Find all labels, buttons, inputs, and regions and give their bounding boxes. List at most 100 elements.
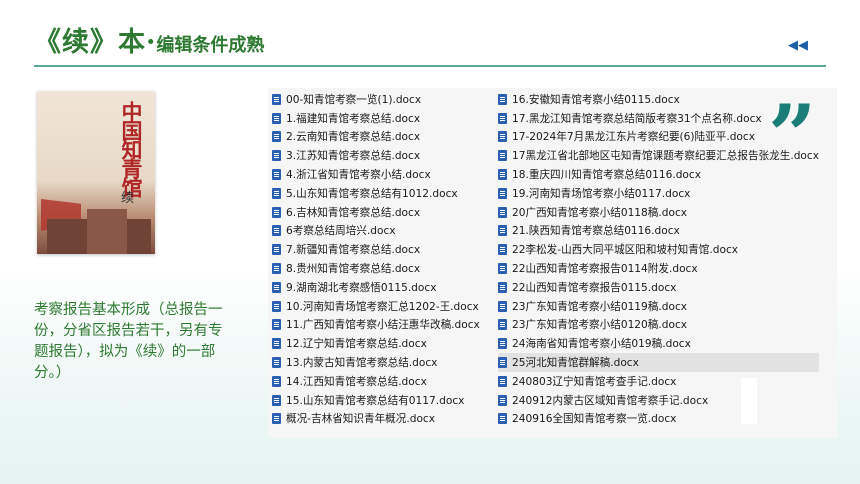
word-doc-icon: [272, 375, 281, 387]
file-item[interactable]: 22山西知青馆考察报告0114附发.docx: [498, 259, 819, 278]
file-name: 1.福建知青馆考察总结.docx: [286, 112, 421, 125]
word-doc-icon: [272, 281, 281, 293]
word-doc-icon: [498, 319, 507, 331]
file-name: 16.安徽知青馆考察小结0115.docx: [512, 93, 680, 106]
word-doc-icon: [498, 93, 507, 105]
file-name: 15.山东知青馆考察总结有0117.docx: [286, 394, 465, 407]
word-doc-icon: [272, 357, 281, 369]
file-name: 6考察总结周培兴.docx: [286, 225, 396, 238]
file-name: 00-知青馆考察一览(1).docx: [286, 93, 422, 106]
file-name: 19.河南知青场馆考察小结0117.docx: [512, 187, 691, 200]
file-item[interactable]: 4.浙江省知青馆考察小结.docx: [272, 165, 480, 184]
file-name: 11.广西知青馆考察小结汪惠华改稿.docx: [286, 319, 480, 332]
word-doc-icon: [498, 169, 507, 181]
word-doc-icon: [272, 338, 281, 350]
word-doc-icon: [272, 319, 281, 331]
file-name: 概况-吉林省知识青年概况.docx: [286, 413, 436, 426]
back-nav-button[interactable]: ◀◀: [788, 38, 808, 53]
word-doc-icon: [272, 93, 281, 105]
word-doc-icon: [498, 187, 507, 199]
file-name: 240916全国知青馆考察一览.docx: [512, 413, 677, 426]
word-doc-icon: [498, 206, 507, 218]
file-name: 22山西知青馆考察报告0115.docx: [512, 281, 677, 294]
file-name: 22山西知青馆考察报告0114附发.docx: [512, 263, 698, 276]
file-item[interactable]: 00-知青馆考察一览(1).docx: [272, 90, 480, 109]
word-doc-icon: [498, 244, 507, 256]
word-doc-icon: [498, 131, 507, 143]
word-doc-icon: [498, 357, 507, 369]
file-item[interactable]: 20广西知青馆考察小结0118稿.docx: [498, 203, 819, 222]
word-doc-icon: [272, 187, 281, 199]
file-name: 23广东知青馆考察小结0120稿.docx: [512, 319, 688, 332]
file-name: 7.新疆知青馆考察总结.docx: [286, 244, 421, 257]
file-item[interactable]: 10.河南知青场馆考察汇总1202-王.docx: [272, 297, 480, 316]
file-name: 18.重庆四川知青馆考察总结0116.docx: [512, 169, 702, 182]
double-left-arrow-icon: ◀◀: [788, 38, 808, 53]
file-name: 17-2024年7月黑龙江东片考察纪要(6)陆亚平.docx: [512, 131, 755, 144]
file-item[interactable]: 11.广西知青馆考察小结汪惠华改稿.docx: [272, 316, 480, 335]
file-list-left: 00-知青馆考察一览(1).docx 1.福建知青馆考察总结.docx 2.云南知青…: [272, 90, 480, 428]
cover-building-tower: [87, 209, 127, 254]
file-name: 14.江西知青馆考察总结.docx: [286, 375, 427, 388]
file-item[interactable]: 12.辽宁知青馆考察总结.docx: [272, 334, 480, 353]
word-doc-icon: [272, 150, 281, 162]
word-doc-icon: [272, 413, 281, 425]
file-item[interactable]: 25河北知青馆群解稿.docx: [498, 353, 819, 372]
title-divider: [34, 65, 826, 67]
word-doc-icon: [498, 225, 507, 237]
file-name: 23广东知青馆考察小结0119稿.docx: [512, 300, 688, 313]
file-item[interactable]: 7.新疆知青馆考察总结.docx: [272, 240, 480, 259]
file-name: 240803辽宁知青馆考查手记.docx: [512, 375, 677, 388]
file-name: 25河北知青馆群解稿.docx: [512, 357, 639, 370]
page-title: 《续》本· 编辑条件成熟: [34, 20, 264, 60]
file-name: 8.贵州知青馆考察总结.docx: [286, 263, 421, 276]
file-item[interactable]: 15.山东知青馆考察总结有0117.docx: [272, 391, 480, 410]
title-sub: 编辑条件成熟: [156, 35, 265, 56]
file-item[interactable]: 8.贵州知青馆考察总结.docx: [272, 259, 480, 278]
file-name: 2.云南知青馆考察总结.docx: [286, 131, 421, 144]
file-item[interactable]: 概况-吉林省知识青年概况.docx: [272, 410, 480, 429]
word-doc-icon: [272, 394, 281, 406]
file-item[interactable]: 240916全国知青馆考察一览.docx: [498, 410, 819, 429]
word-doc-icon: [272, 112, 281, 124]
word-doc-icon: [498, 375, 507, 387]
file-name: 21.陕西知青馆考察总结0116.docx: [512, 225, 680, 238]
file-item[interactable]: 2.云南知青馆考察总结.docx: [272, 128, 480, 147]
file-name: 12.辽宁知青馆考察总结.docx: [286, 338, 427, 351]
word-doc-icon: [498, 150, 507, 162]
file-name: 5.山东知青馆考察总结有1012.docx: [286, 187, 458, 200]
description-text: 考察报告基本形成（总报告一份，分省区报告若干，另有专题报告），拟为《续》的一部分…: [34, 302, 223, 381]
file-item[interactable]: 24海南省知青馆考察小结019稿.docx: [498, 334, 819, 353]
file-item[interactable]: 22山西知青馆考察报告0115.docx: [498, 278, 819, 297]
file-item[interactable]: 1.福建知青馆考察总结.docx: [272, 109, 480, 128]
file-item[interactable]: 3.江苏知青馆考察总结.docx: [272, 146, 480, 165]
file-item[interactable]: 9.湖南湖北考察感悟0115.docx: [272, 278, 480, 297]
file-item[interactable]: 13.内蒙古知青馆考察总结.docx: [272, 353, 480, 372]
file-item[interactable]: 19.河南知青场馆考察小结0117.docx: [498, 184, 819, 203]
file-item[interactable]: 6考察总结周培兴.docx: [272, 222, 480, 241]
file-item[interactable]: 14.江西知青馆考察总结.docx: [272, 372, 480, 391]
file-item[interactable]: 21.陕西知青馆考察总结0116.docx: [498, 222, 819, 241]
file-name: 4.浙江省知青馆考察小结.docx: [286, 169, 431, 182]
title-main: 《续》本·: [34, 27, 157, 58]
file-item[interactable]: 23广东知青馆考察小结0120稿.docx: [498, 316, 819, 335]
file-item[interactable]: 23广东知青馆考察小结0119稿.docx: [498, 297, 819, 316]
word-doc-icon: [272, 300, 281, 312]
word-doc-icon: [272, 131, 281, 143]
file-name: 9.湖南湖北考察感悟0115.docx: [286, 281, 437, 294]
file-name: 13.内蒙古知青馆考察总结.docx: [286, 357, 438, 370]
file-item[interactable]: 240912内蒙古区域知青馆考察手记.docx: [498, 391, 819, 410]
word-doc-icon: [272, 225, 281, 237]
word-doc-icon: [498, 281, 507, 293]
file-item[interactable]: 240803辽宁知青馆考查手记.docx: [498, 372, 819, 391]
word-doc-icon: [272, 206, 281, 218]
file-name: 22李松发-山西大同平城区阳和坡村知青馆.docx: [512, 244, 739, 257]
word-doc-icon: [498, 394, 507, 406]
file-item[interactable]: 6.吉林知青馆考察总结.docx: [272, 203, 480, 222]
file-item[interactable]: 22李松发-山西大同平城区阳和坡村知青馆.docx: [498, 240, 819, 259]
file-name: 240912内蒙古区域知青馆考察手记.docx: [512, 394, 709, 407]
file-name: 10.河南知青场馆考察汇总1202-王.docx: [286, 300, 479, 313]
cover-subtitle: 续: [121, 191, 135, 206]
file-item[interactable]: 5.山东知青馆考察总结有1012.docx: [272, 184, 480, 203]
word-doc-icon: [498, 112, 507, 124]
